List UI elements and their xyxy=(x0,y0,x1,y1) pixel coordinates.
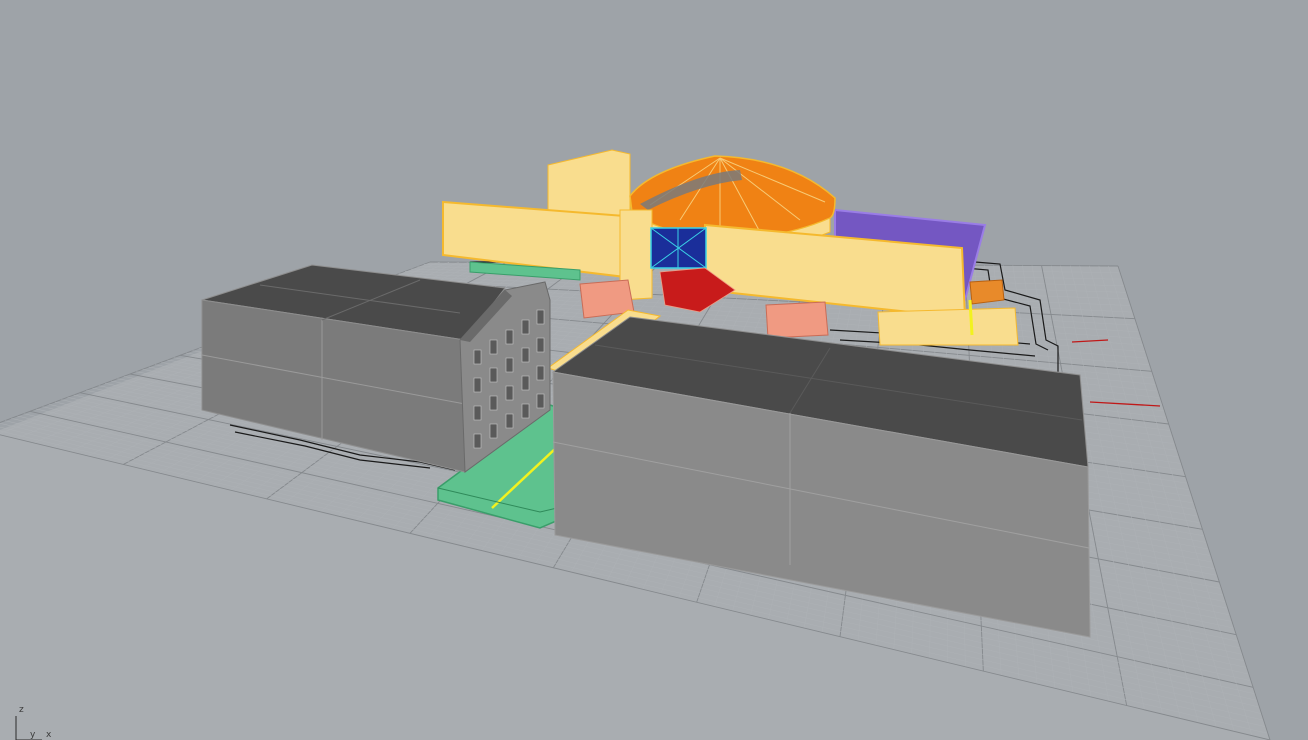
perspective-viewport[interactable]: z y x xyxy=(0,0,1308,740)
scene-canvas[interactable] xyxy=(0,0,1308,740)
axis-label-z: z xyxy=(19,705,24,715)
orange-block xyxy=(969,279,1005,305)
axis-label-y: y xyxy=(30,730,36,740)
salmon-block-right xyxy=(765,301,829,339)
yellow-post xyxy=(968,299,974,336)
cream-blocks-right xyxy=(877,307,1019,346)
axis-label-x: x xyxy=(46,730,52,740)
cream-back-wall xyxy=(547,149,631,216)
glass-box xyxy=(650,227,707,269)
